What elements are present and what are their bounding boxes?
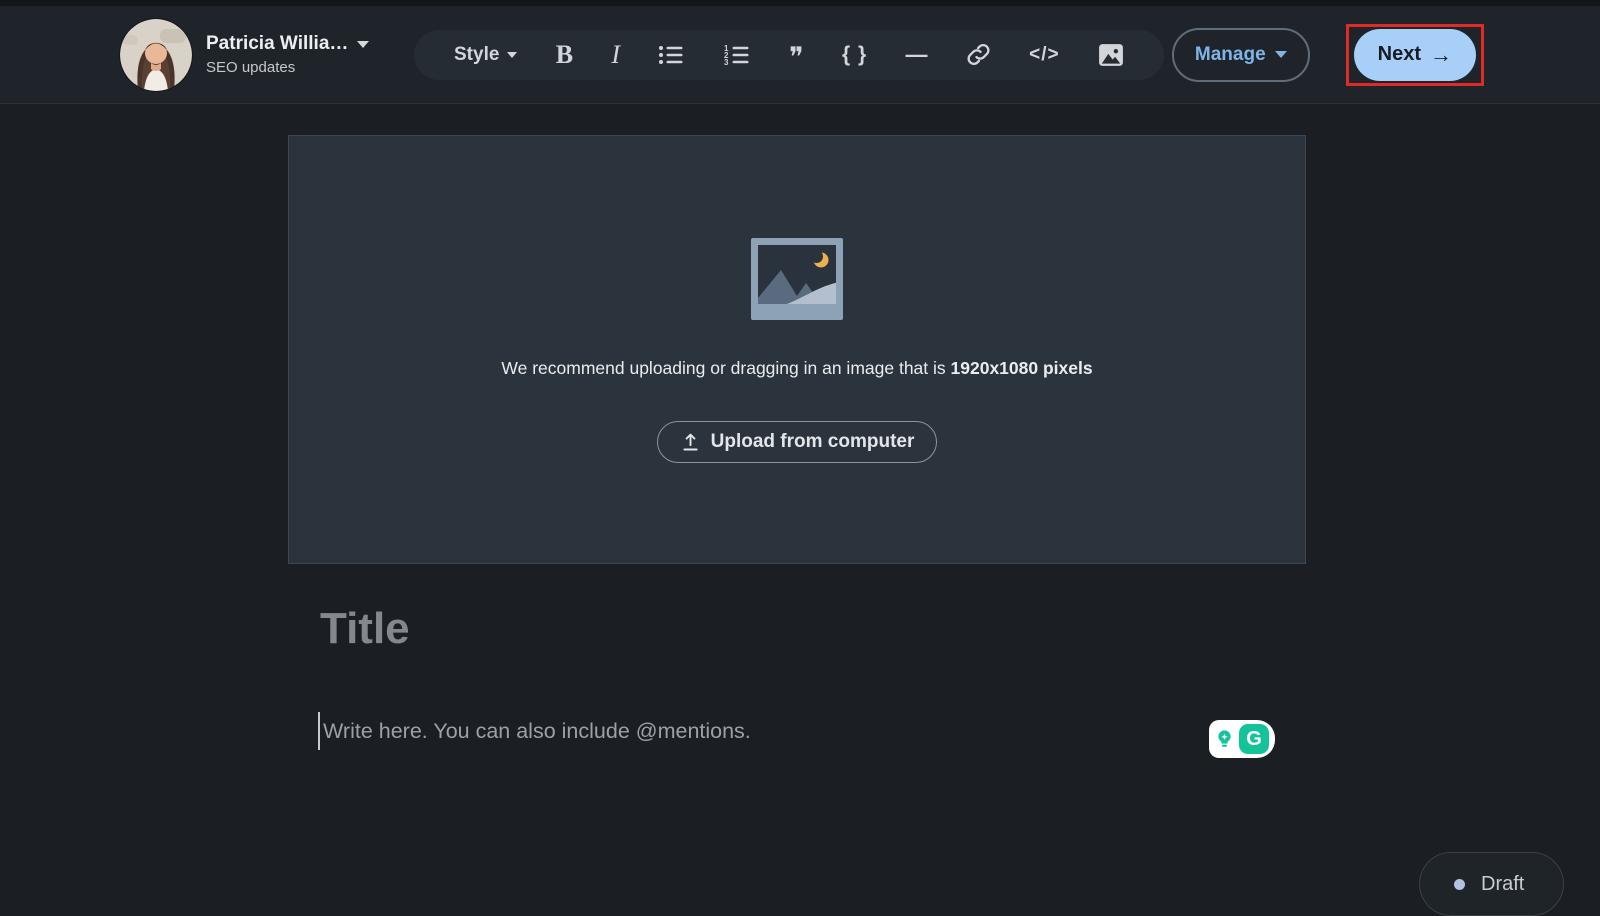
upload-recommendation-text: We recommend uploading or dragging in an… [501,358,950,378]
upload-button-label: Upload from computer [711,431,915,453]
arrow-right-icon: → [1430,42,1452,68]
title-input[interactable]: Title [320,604,410,654]
grammarly-suggestion-bulb-icon [1213,728,1236,751]
upload-icon [680,432,701,453]
next-label: Next [1378,43,1421,66]
grammarly-g-icon: G [1239,724,1269,754]
style-label: Style [454,45,499,64]
link-button[interactable] [966,42,991,67]
draft-label: Draft [1481,873,1524,896]
next-button[interactable]: Next → [1354,29,1476,81]
formatting-toolbar: Style B I 1 2 3 ❞ { } [414,30,1164,80]
upload-recommendation-dimensions: 1920x1080 pixels [951,358,1093,378]
image-icon [1098,43,1124,67]
text-cursor [318,712,320,750]
chevron-down-icon [507,52,517,58]
numbered-list-button[interactable]: 1 2 3 [724,43,751,67]
status-dot-icon [1454,879,1465,890]
upload-from-computer-button[interactable]: Upload from computer [657,421,938,463]
draft-status-badge: Draft [1419,852,1564,916]
author-selector[interactable]: Patricia Willia… SEO updates [206,33,386,76]
italic-button[interactable]: I [611,42,620,68]
author-name: Patricia Willia… [206,33,348,55]
grammarly-widget[interactable]: G [1209,720,1275,758]
upload-recommendation: We recommend uploading or dragging in an… [501,358,1092,379]
body-placeholder: Write here. You can also include @mentio… [323,719,751,744]
chevron-down-icon [1275,51,1287,58]
svg-text:3: 3 [724,58,729,67]
bullet-list-icon [658,43,685,67]
link-icon [966,42,991,67]
avatar-image [120,19,192,91]
image-button[interactable] [1098,43,1124,67]
avatar[interactable] [120,19,192,91]
bold-button[interactable]: B [556,42,573,68]
style-dropdown-button[interactable]: Style [454,45,517,64]
manage-button[interactable]: Manage [1172,28,1310,82]
window-top-edge [0,0,1600,6]
body-input[interactable]: Write here. You can also include @mentio… [318,712,751,750]
embed-button[interactable]: </> [1029,45,1059,64]
chevron-down-icon [357,41,369,48]
manage-label: Manage [1195,44,1266,66]
quote-button[interactable]: ❞ [789,44,804,71]
code-snippet-button[interactable]: { } [842,44,867,65]
cover-image-dropzone[interactable]: We recommend uploading or dragging in an… [288,135,1306,564]
numbered-list-icon: 1 2 3 [724,43,751,67]
author-audience: SEO updates [206,59,386,76]
image-placeholder-icon [751,238,843,320]
bullet-list-button[interactable] [658,43,685,67]
next-button-highlight-annotation: Next → [1346,24,1484,86]
divider-button[interactable]: — [905,44,927,66]
editor-header: Patricia Willia… SEO updates Style B I 1 [0,0,1600,104]
